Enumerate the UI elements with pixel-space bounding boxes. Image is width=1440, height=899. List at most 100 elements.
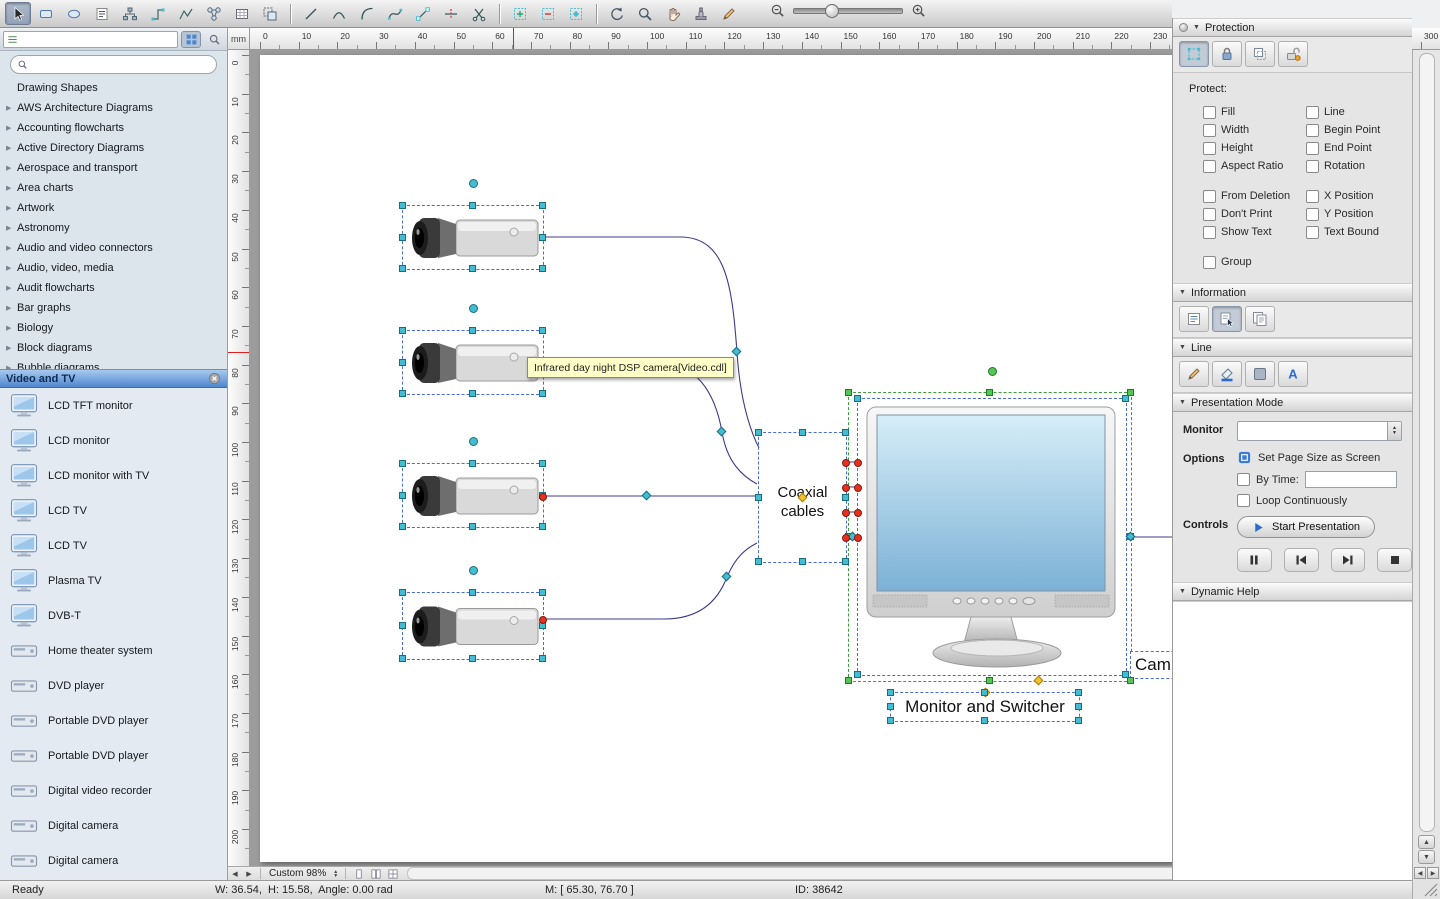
curve-tool-button[interactable] (326, 2, 352, 25)
camera-shape-2[interactable] (402, 330, 544, 395)
selection-handle[interactable] (469, 265, 476, 272)
video-tv-panel-header[interactable]: Video and TV (0, 369, 227, 388)
selection-handle[interactable] (469, 460, 476, 467)
protect-selection-button[interactable] (1179, 41, 1209, 67)
selection-handle[interactable] (1127, 389, 1134, 396)
font-color-button[interactable]: A (1278, 361, 1308, 387)
select-tool-button[interactable] (5, 2, 31, 25)
connection-point[interactable] (842, 459, 850, 467)
selection-handle[interactable] (887, 689, 894, 696)
zoom-in-icon[interactable] (911, 3, 926, 18)
selection-handle[interactable] (539, 589, 546, 596)
dynamic-help-panel-header[interactable]: ▼ Dynamic Help (1173, 582, 1412, 601)
add-point-tool-button[interactable] (507, 2, 533, 25)
video-tv-shape-item[interactable]: Portable DVD player (0, 703, 227, 738)
selection-handle[interactable] (399, 589, 406, 596)
checkbox-begin-point[interactable] (1306, 124, 1319, 137)
fill-swatch-button[interactable] (1245, 361, 1275, 387)
selection-handle[interactable] (539, 460, 546, 467)
selection-handle[interactable] (755, 494, 762, 501)
resize-grip-icon[interactable] (1424, 883, 1438, 897)
video-tv-shape-item[interactable]: Digital video recorder (0, 773, 227, 808)
checkbox-end-point[interactable] (1306, 142, 1319, 155)
network-tool-button[interactable] (201, 2, 227, 25)
checkbox-y-position[interactable] (1306, 208, 1319, 221)
bezier-tool-button[interactable] (382, 2, 408, 25)
selection-handle[interactable] (981, 689, 988, 696)
pencil-tool-button[interactable] (716, 2, 742, 25)
connection-point[interactable] (842, 509, 850, 517)
selection-handle[interactable] (469, 655, 476, 662)
disclosure-triangle-icon[interactable]: ▶ (6, 104, 17, 112)
info-copy-button[interactable] (1245, 306, 1275, 332)
grid-view-button[interactable] (181, 31, 201, 48)
connection-point[interactable] (854, 534, 862, 542)
video-tv-shape-item[interactable]: DVD player (0, 668, 227, 703)
rectangle-tool-button[interactable] (33, 2, 59, 25)
library-item[interactable]: Drawing Shapes (0, 78, 227, 98)
selection-handle[interactable] (399, 327, 406, 334)
pan-tool-button[interactable] (660, 2, 686, 25)
by-time-input[interactable] (1305, 471, 1397, 488)
disclosure-triangle-icon[interactable]: ▶ (6, 164, 17, 172)
selection-handle[interactable] (399, 202, 406, 209)
disclosure-triangle-icon[interactable]: ▶ (6, 244, 17, 252)
panel-dot-icon[interactable] (1179, 23, 1188, 32)
selection-handle[interactable] (469, 390, 476, 397)
rotate-tool-button[interactable] (604, 2, 630, 25)
checkbox-loop-continuously[interactable] (1237, 494, 1250, 507)
library-item[interactable]: ▶Accounting flowcharts (0, 118, 227, 138)
library-item[interactable]: ▶Active Directory Diagrams (0, 138, 227, 158)
selection-handle[interactable] (799, 558, 806, 565)
selection-handle[interactable] (1075, 689, 1082, 696)
stop-button[interactable] (1377, 548, 1412, 572)
selection-handle[interactable] (854, 671, 861, 678)
checkbox-width[interactable] (1203, 124, 1216, 137)
collapse-triangle-icon[interactable]: ▼ (1179, 399, 1186, 406)
selection-handle[interactable] (539, 327, 546, 334)
selection-handle[interactable] (539, 523, 546, 530)
checkbox-fill[interactable] (1203, 106, 1216, 119)
connection-point[interactable] (539, 616, 547, 624)
checkbox-group[interactable] (1203, 256, 1216, 269)
library-item[interactable]: ▶Artwork (0, 198, 227, 218)
group-tool-button[interactable] (257, 2, 283, 25)
selection-handle[interactable] (986, 389, 993, 396)
selection-handle[interactable] (399, 265, 406, 272)
collapse-triangle-icon[interactable]: ▼ (1179, 289, 1186, 296)
disclosure-triangle-icon[interactable]: ▶ (6, 224, 17, 232)
checkbox-by-time[interactable] (1237, 473, 1250, 486)
camera-shape-1[interactable] (402, 205, 544, 270)
search-input[interactable] (10, 55, 217, 74)
zoom-slider[interactable] (793, 8, 903, 14)
selection-handle[interactable] (539, 234, 546, 241)
coaxial-cables-label-shape[interactable]: Coaxial cables (758, 432, 847, 563)
selection-handle[interactable] (469, 589, 476, 596)
start-presentation-button[interactable]: Start Presentation (1237, 516, 1375, 538)
selection-handle[interactable] (399, 655, 406, 662)
disclosure-triangle-icon[interactable]: ▶ (6, 264, 17, 272)
disclosure-triangle-icon[interactable]: ▶ (6, 284, 17, 292)
rotation-handle[interactable] (988, 367, 997, 376)
selection-handle[interactable] (539, 265, 546, 272)
disclosure-triangle-icon[interactable]: ▶ (6, 204, 17, 212)
disclosure-triangle-icon[interactable]: ▶ (6, 344, 17, 352)
disclosure-triangle-icon[interactable]: ▶ (6, 324, 17, 332)
selection-handle[interactable] (799, 429, 806, 436)
selection-handle[interactable] (755, 558, 762, 565)
selection-handle[interactable] (399, 359, 406, 366)
connection-point[interactable] (842, 534, 850, 542)
selection-handle[interactable] (539, 202, 546, 209)
monitor-select[interactable]: ▲▼ (1237, 421, 1402, 441)
checkbox-height[interactable] (1203, 142, 1216, 155)
connection-point[interactable] (842, 484, 850, 492)
checkbox-rotation[interactable] (1306, 160, 1319, 173)
video-tv-shape-item[interactable]: Plasma TV (0, 563, 227, 598)
selection-handle[interactable] (887, 717, 894, 724)
video-tv-shape-item[interactable]: LCD TV (0, 493, 227, 528)
selection-handle[interactable] (399, 460, 406, 467)
library-item[interactable]: ▶Area charts (0, 178, 227, 198)
line-tool-button[interactable] (298, 2, 324, 25)
video-tv-shape-item[interactable]: DVB-T (0, 598, 227, 633)
polyline-tool-button[interactable] (173, 2, 199, 25)
